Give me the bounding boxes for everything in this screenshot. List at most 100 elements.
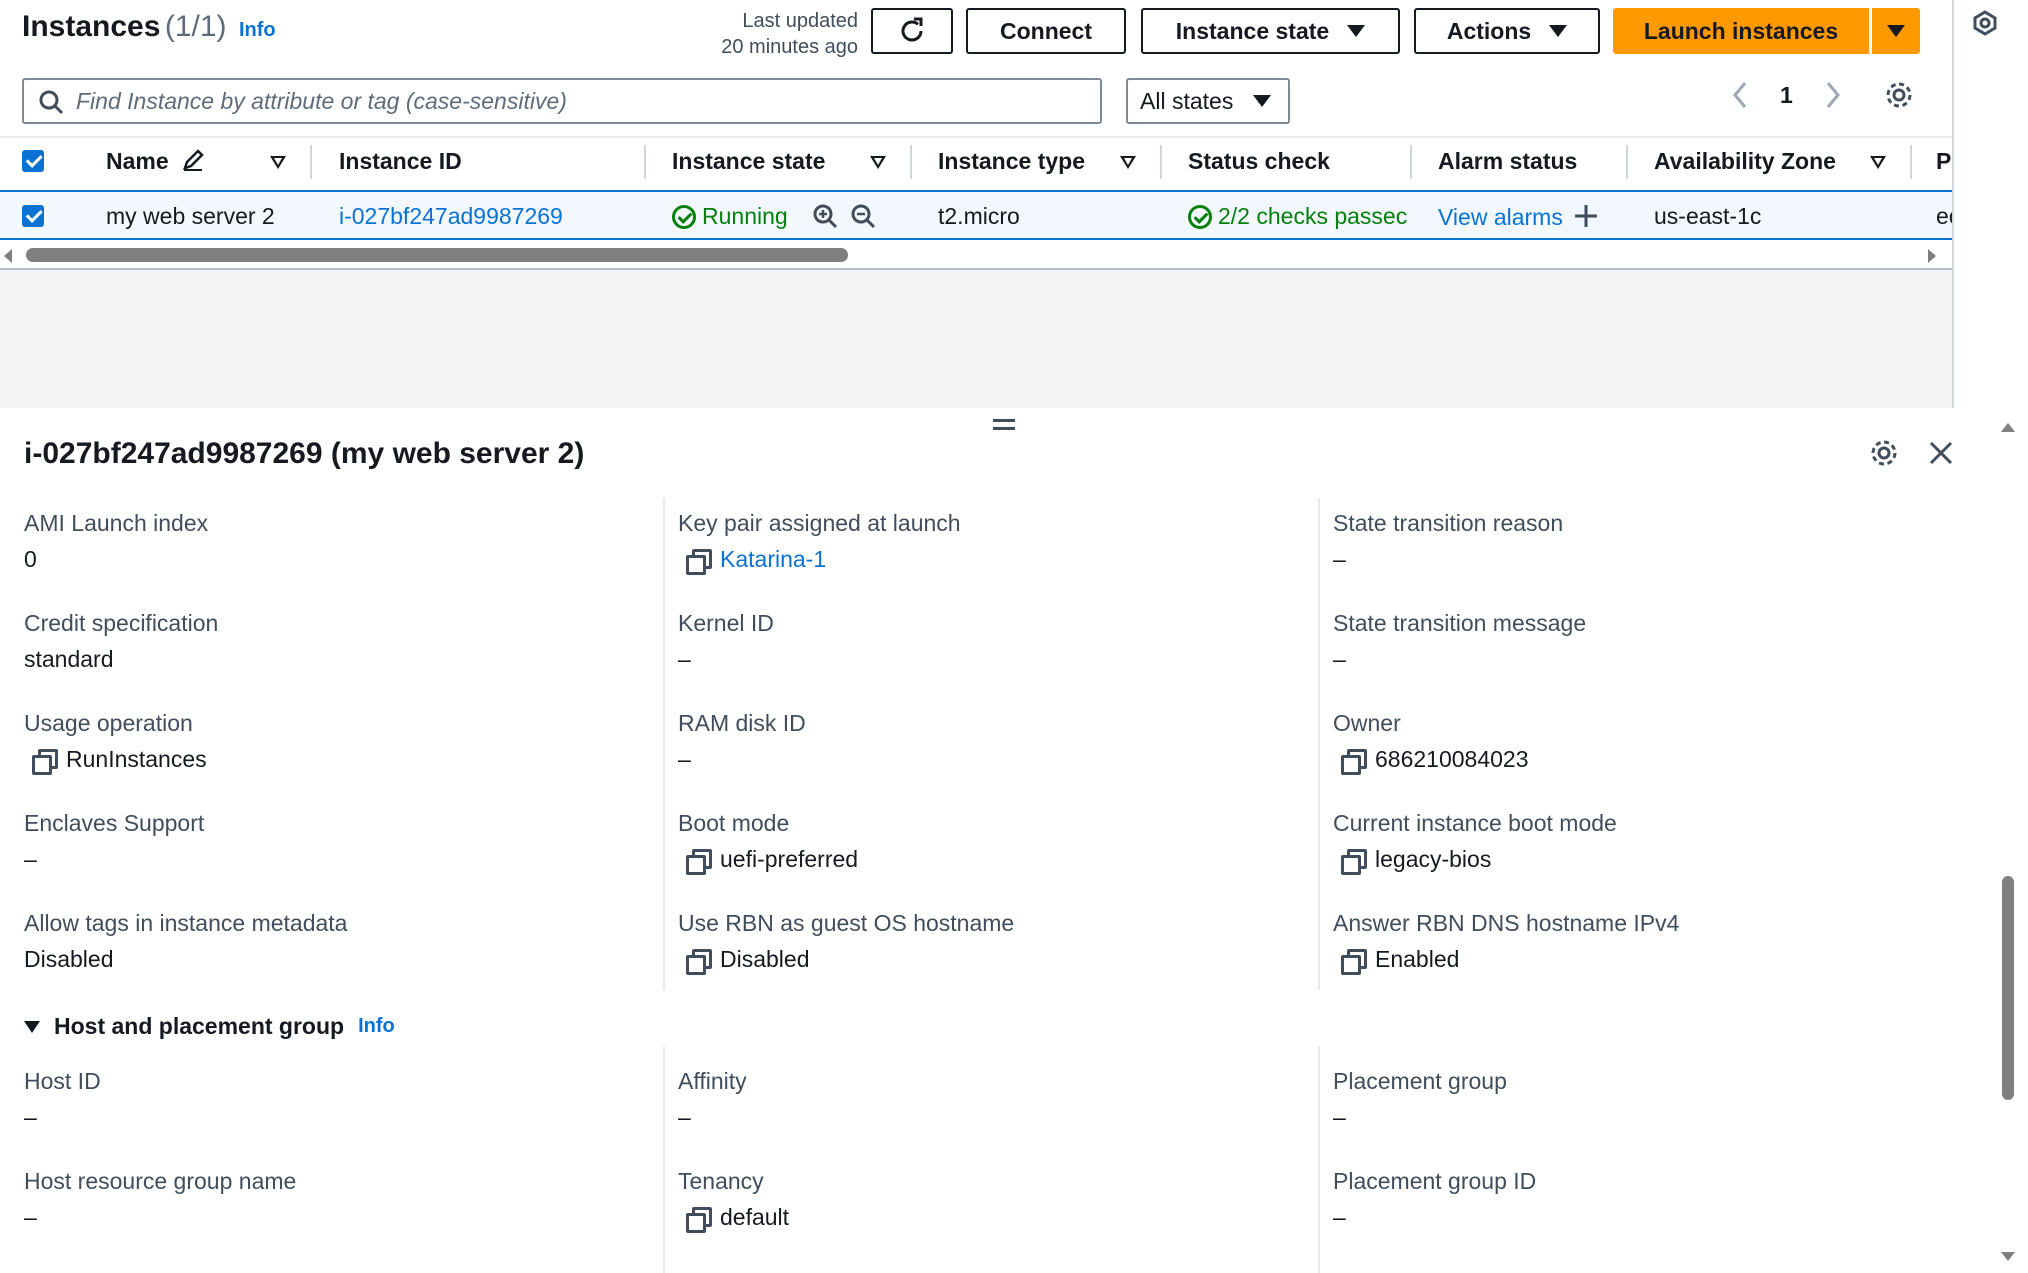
chevron-down-icon [1347, 25, 1366, 37]
column-separator [1626, 145, 1628, 179]
refresh-button[interactable] [871, 8, 953, 54]
table-top-border [0, 136, 1952, 138]
sort-type-icon[interactable] [1120, 156, 1136, 169]
field-value-credit-specification: standard [24, 646, 114, 672]
field-value-state-transition-reason: – [1333, 546, 1346, 572]
launch-instances-button[interactable]: Launch instances [1613, 8, 1869, 54]
page-title: Instances (1/1) Info [22, 10, 276, 44]
field-value-host-resource-group: – [24, 1204, 37, 1230]
cell-instance-id-link[interactable]: i-027bf247ad9987269 [339, 203, 563, 230]
field-label-usage-operation: Usage operation [24, 710, 193, 736]
copy-icon[interactable] [686, 948, 712, 975]
field-value-answer-rbn-dns: Enabled [1341, 946, 1459, 975]
column-separator [1410, 145, 1412, 179]
field-value-key-pair: Katarina-1 [686, 546, 826, 575]
copy-icon[interactable] [32, 748, 58, 775]
launch-options-button[interactable] [1872, 8, 1920, 54]
copy-icon[interactable] [686, 1206, 712, 1233]
select-all-checkbox[interactable] [22, 150, 44, 172]
section-info-link[interactable]: Info [358, 1015, 395, 1038]
zoom-out-icon[interactable] [850, 203, 876, 229]
add-alarm-icon[interactable] [1573, 203, 1599, 229]
field-value-state-transition-message: – [1333, 646, 1346, 672]
column-divider [663, 498, 665, 990]
field-label-enclaves-support: Enclaves Support [24, 810, 205, 836]
column-header-truncated[interactable]: P [1936, 148, 1952, 175]
field-value-allow-tags: Disabled [24, 946, 114, 972]
resize-handle[interactable] [993, 419, 1015, 430]
field-label-tenancy: Tenancy [678, 1168, 764, 1194]
search-icon [39, 90, 64, 115]
field-label-current-boot-mode: Current instance boot mode [1333, 810, 1617, 836]
instance-count: (1/1) [164, 10, 227, 43]
row-checkbox[interactable] [22, 205, 44, 227]
search-field[interactable] [22, 78, 1102, 124]
horizontal-scrollbar-thumb[interactable] [26, 248, 848, 262]
view-alarms-link[interactable]: View alarms [1438, 203, 1599, 231]
field-label-answer-rbn-dns: Answer RBN DNS hostname IPv4 [1333, 910, 1680, 936]
column-header-instance-type[interactable]: Instance type [938, 148, 1085, 175]
column-header-status-check[interactable]: Status check [1188, 148, 1330, 175]
caret-down-icon [24, 1020, 40, 1033]
field-label-boot-mode: Boot mode [678, 810, 790, 836]
field-label-affinity: Affinity [678, 1068, 747, 1094]
previous-page-icon[interactable] [1730, 80, 1750, 110]
column-header-name[interactable]: Name [106, 148, 205, 175]
field-value-boot-mode: uefi-preferred [686, 846, 858, 875]
copy-icon[interactable] [686, 548, 712, 575]
zoom-in-icon[interactable] [812, 203, 838, 229]
copy-icon[interactable] [1341, 748, 1367, 775]
instance-state-button[interactable]: Instance state [1141, 8, 1400, 54]
copy-icon[interactable] [1341, 948, 1367, 975]
sort-state-icon[interactable] [870, 156, 886, 169]
field-value-current-boot-mode: legacy-bios [1341, 846, 1491, 875]
field-label-state-transition-reason: State transition reason [1333, 510, 1564, 536]
scroll-down-icon[interactable] [1999, 1250, 2017, 1264]
scroll-left-icon[interactable] [2, 248, 14, 264]
copy-icon[interactable] [1341, 848, 1367, 875]
field-value-tenancy: default [686, 1204, 789, 1233]
chevron-down-icon [1887, 25, 1905, 37]
column-separator [910, 145, 912, 179]
field-label-owner: Owner [1333, 710, 1401, 736]
column-header-availability-zone[interactable]: Availability Zone [1654, 148, 1836, 175]
details-gear-icon[interactable] [1869, 438, 1899, 468]
panel-divider [1952, 0, 1954, 408]
connect-button[interactable]: Connect [966, 8, 1126, 54]
close-icon[interactable] [1927, 439, 1955, 467]
host-placement-section-toggle[interactable]: Host and placement group Info [24, 1013, 395, 1040]
vertical-scrollbar-thumb[interactable] [2002, 876, 2014, 1100]
field-value-usage-operation: RunInstances [32, 746, 207, 775]
cell-name: my web server 2 [106, 203, 275, 229]
sort-name-icon[interactable] [270, 156, 286, 169]
actions-button[interactable]: Actions [1414, 8, 1600, 54]
info-link[interactable]: Info [239, 19, 276, 41]
field-value-ram-disk-id: – [678, 746, 691, 772]
last-updated: Last updated 20 minutes ago [700, 8, 858, 60]
field-label-placement-group: Placement group [1333, 1068, 1507, 1094]
feedback-icon[interactable] [1972, 10, 1998, 36]
next-page-icon[interactable] [1823, 80, 1843, 110]
field-label-use-rbn: Use RBN as guest OS hostname [678, 910, 1015, 936]
scroll-right-icon[interactable] [1926, 248, 1938, 264]
field-value-host-id: – [24, 1104, 37, 1130]
field-label-key-pair: Key pair assigned at launch [678, 510, 961, 536]
search-input[interactable] [76, 86, 1086, 116]
column-header-instance-id[interactable]: Instance ID [339, 148, 462, 175]
cell-status-check: 2/2 checks passec [1188, 203, 1410, 230]
scroll-up-icon[interactable] [1999, 420, 2017, 434]
sort-az-icon[interactable] [1870, 156, 1886, 169]
column-divider [1318, 1046, 1320, 1273]
column-header-alarm-status[interactable]: Alarm status [1438, 148, 1577, 175]
cell-instance-state: Running [672, 203, 788, 230]
field-label-host-id: Host ID [24, 1068, 101, 1094]
field-value-use-rbn: Disabled [686, 946, 810, 975]
column-header-instance-state[interactable]: Instance state [672, 148, 825, 175]
state-filter-select[interactable]: All states [1126, 78, 1290, 124]
field-label-credit-specification: Credit specification [24, 610, 219, 636]
preferences-gear-icon[interactable] [1884, 80, 1914, 110]
copy-icon[interactable] [686, 848, 712, 875]
current-page[interactable]: 1 [1780, 82, 1793, 109]
field-label-host-resource-group: Host resource group name [24, 1168, 297, 1194]
key-pair-link[interactable]: Katarina-1 [720, 546, 826, 573]
